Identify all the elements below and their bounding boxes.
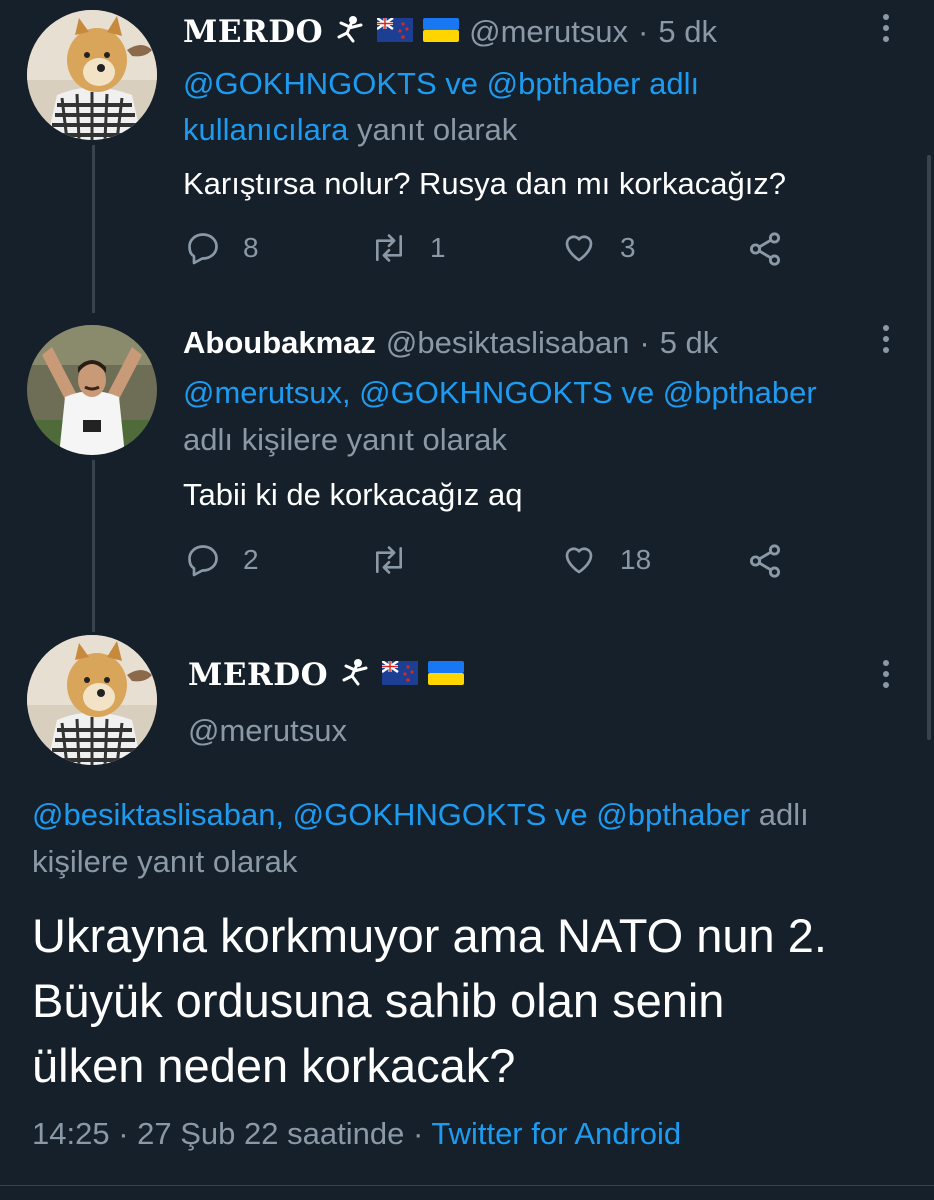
- kickboxer-icon: [338, 658, 372, 693]
- more-vertical-icon[interactable]: [881, 325, 891, 358]
- tweet-text-line-2: Büyük ordusuna sahib olan senin: [32, 974, 725, 1027]
- dog-avatar-icon: [27, 10, 157, 140]
- heart-icon: [565, 547, 593, 574]
- avatar[interactable]: [27, 635, 157, 765]
- handle[interactable]: @besiktaslisaban: [386, 325, 629, 361]
- tweet-text-line-3: ülken neden korkacak?: [32, 1039, 516, 1092]
- avatar[interactable]: [27, 325, 157, 455]
- reply-suffix: yanıt olarak: [357, 112, 518, 147]
- timestamp[interactable]: 5 dk: [658, 14, 717, 50]
- reply-suffix: adlı: [758, 797, 809, 832]
- thread-line-1: [92, 145, 95, 313]
- main-header: MERDO: [188, 657, 465, 693]
- ukraine-flag-icon: [423, 17, 460, 47]
- tweet-meta: 14:25 · 27 Şub 22 saatinde · Twitter for…: [32, 1116, 681, 1152]
- more-vertical-icon[interactable]: [881, 660, 891, 693]
- tweet-time[interactable]: 14:25: [32, 1116, 110, 1151]
- heart-icon: [565, 235, 593, 262]
- reply-button[interactable]: 2: [185, 542, 259, 578]
- reply-mentions-continued[interactable]: kullanıcılara: [183, 112, 348, 147]
- tweet1-header: MERDO @merutsux · 5 dk: [183, 14, 717, 50]
- tweet-source[interactable]: Twitter for Android: [431, 1116, 681, 1151]
- retweet-count: 1: [430, 232, 446, 263]
- reply-suffix-continued: kişilere yanıt olarak: [32, 844, 298, 879]
- reply-mentions[interactable]: @merutsux, @GOKHNGOKTS ve @bpthaber: [183, 375, 817, 411]
- separator-dot: ·: [412, 1116, 424, 1151]
- share-icon: [749, 232, 781, 266]
- display-name[interactable]: Aboubakmaz: [183, 325, 376, 361]
- tweet-text: Karıştırsa nolur? Rusya dan mı korkacağı…: [183, 166, 787, 201]
- handle[interactable]: @merutsux: [469, 14, 628, 50]
- divider: [0, 1185, 934, 1186]
- retweet-icon: [375, 546, 403, 574]
- reply-count: 8: [243, 232, 259, 263]
- dog-avatar-icon: [27, 635, 157, 765]
- more-vertical-icon[interactable]: [881, 14, 891, 47]
- tweet-text: Tabii ki de korkacağız aq: [183, 477, 523, 512]
- reply-count: 2: [243, 544, 259, 575]
- share-icon: [749, 544, 781, 578]
- football-player-avatar-icon: [27, 325, 157, 455]
- tweet-date[interactable]: 27 Şub 22 saatinde: [137, 1116, 404, 1151]
- scrollbar[interactable]: [927, 155, 931, 740]
- display-name[interactable]: MERDO: [188, 657, 328, 693]
- like-button[interactable]: 18: [560, 542, 651, 578]
- like-button[interactable]: 3: [560, 230, 636, 266]
- ukraine-flag-icon: [428, 660, 465, 690]
- reply-mentions[interactable]: @besiktaslisaban, @GOKHNGOKTS ve @bpthab…: [32, 797, 750, 832]
- separator-dot: ·: [118, 1116, 129, 1151]
- like-count: 18: [620, 544, 652, 575]
- separator-dot: ·: [638, 14, 649, 49]
- reply-context: kullanıcılara yanıt olarak: [183, 112, 517, 148]
- handle[interactable]: @merutsux: [188, 713, 347, 749]
- tweet2-header: Aboubakmaz @besiktaslisaban · 5 dk: [183, 325, 718, 361]
- new-zealand-flag-icon: [376, 16, 414, 47]
- display-name[interactable]: MERDO: [183, 14, 323, 50]
- timestamp[interactable]: 5 dk: [660, 325, 719, 361]
- reply-icon: [188, 233, 218, 265]
- reply-mentions[interactable]: @GOKHNGOKTS ve @bpthaber adlı: [183, 66, 699, 102]
- kickboxer-icon: [333, 15, 367, 50]
- avatar[interactable]: [27, 10, 157, 140]
- thread-line-2: [92, 460, 95, 632]
- new-zealand-flag-icon: [381, 659, 419, 690]
- reply-button[interactable]: 8: [185, 230, 259, 266]
- like-count: 3: [620, 232, 636, 263]
- share-button[interactable]: [746, 230, 784, 273]
- retweet-button[interactable]: 1: [370, 230, 446, 266]
- retweet-icon: [375, 234, 403, 262]
- reply-context: @besiktaslisaban, @GOKHNGOKTS ve @bpthab…: [32, 797, 809, 833]
- tweet-text-line-1: Ukrayna korkmuyor ama NATO nun 2.: [32, 909, 827, 962]
- retweet-button[interactable]: [370, 542, 430, 578]
- share-button[interactable]: [746, 542, 784, 585]
- reply-icon: [188, 545, 218, 577]
- reply-suffix: adlı kişilere yanıt olarak: [183, 422, 507, 457]
- separator-dot: ·: [639, 325, 650, 360]
